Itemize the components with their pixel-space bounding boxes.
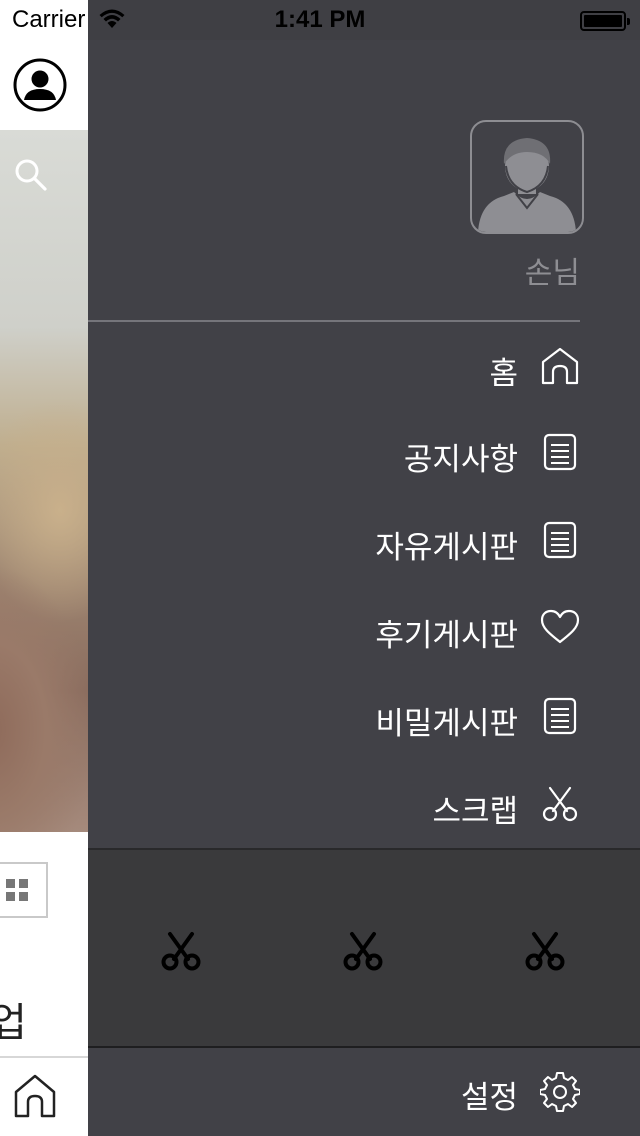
document-icon (543, 433, 577, 471)
menu-item-secret-board[interactable]: 비밀게시판 (88, 676, 640, 756)
menu-label-notice: 공지사항 (403, 442, 518, 478)
menu-item-home[interactable]: 홈 (88, 326, 640, 406)
battery-icon (580, 11, 630, 31)
gear-icon (540, 1072, 580, 1112)
menu-item-notice[interactable]: 공지사항 (88, 412, 640, 492)
scissors-icon[interactable] (524, 930, 566, 972)
menu-label-scrap: 스크랩 (432, 794, 518, 830)
grid-view-button[interactable] (0, 862, 48, 918)
document-icon (543, 521, 577, 559)
status-bar: Carrier 1:41 PM (0, 0, 640, 40)
side-drawer: 손님 홈 공지사항 자유게시판 후기게시판 비밀게시판 스크랩 설정 (88, 40, 640, 1136)
scissors-icon[interactable] (342, 930, 384, 972)
avatar-person-icon (478, 138, 576, 232)
menu-label-home: 홈 (489, 356, 518, 392)
profile-icon[interactable] (13, 58, 67, 112)
search-icon[interactable] (14, 158, 48, 192)
home-tab-icon[interactable] (12, 1072, 58, 1118)
menu-label-settings: 설정 (460, 1080, 518, 1116)
menu-label-free-board: 자유게시판 (375, 530, 518, 566)
menu-item-settings[interactable]: 설정 (88, 1050, 640, 1136)
heart-icon (540, 609, 580, 644)
status-time: 1:41 PM (274, 6, 366, 33)
home-icon (541, 347, 579, 385)
scissors-icon[interactable] (160, 930, 202, 972)
background-photo (0, 130, 88, 832)
menu-item-scrap[interactable]: 스크랩 (88, 764, 640, 844)
user-name: 손님 (524, 256, 580, 291)
menu-item-review-board[interactable]: 후기게시판 (88, 588, 640, 668)
scissors-icon (542, 786, 578, 822)
scrap-panel (88, 848, 640, 1048)
background-partial-text: 업 (0, 1000, 27, 1046)
user-avatar[interactable] (470, 120, 584, 234)
profile-divider (88, 320, 580, 322)
menu-label-secret-board: 비밀게시판 (375, 706, 518, 742)
menu-item-free-board[interactable]: 자유게시판 (88, 500, 640, 580)
grid-icon (6, 879, 28, 901)
menu-label-review-board: 후기게시판 (375, 618, 518, 654)
document-icon (543, 697, 577, 735)
